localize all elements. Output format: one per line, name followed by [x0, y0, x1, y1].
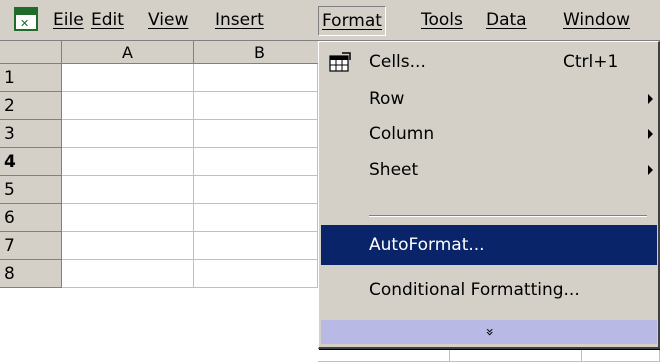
row-header-4[interactable]: 4: [0, 148, 62, 176]
menu-item-shortcut: Ctrl+1: [563, 52, 619, 72]
menu-item-column[interactable]: Column: [321, 117, 657, 151]
row-header-1[interactable]: 1: [0, 64, 62, 92]
row-header-5[interactable]: 5: [0, 176, 62, 204]
cells-format-icon: [329, 52, 351, 72]
menu-item-autoformat[interactable]: AutoFormat...: [321, 225, 657, 265]
menu-file[interactable]: Eile: [50, 8, 87, 32]
menu-separator: [369, 215, 647, 217]
submenu-arrow-icon: [648, 129, 653, 139]
menu-item-label: Sheet: [369, 160, 419, 180]
menu-data[interactable]: Data: [483, 8, 530, 32]
column-header-a[interactable]: A: [62, 41, 194, 64]
column-header-b[interactable]: B: [194, 41, 326, 64]
cell-a8[interactable]: [62, 260, 194, 288]
menu-window[interactable]: Window: [560, 8, 633, 32]
menu-tools[interactable]: Tools: [418, 8, 466, 32]
menu-view[interactable]: View: [145, 8, 191, 32]
cell-b1[interactable]: [194, 64, 318, 92]
cell-b6[interactable]: [194, 204, 318, 232]
menu-bar: ✕ Eile Edit View Insert Format Tools Dat…: [0, 0, 660, 41]
cell-a1[interactable]: [62, 64, 194, 92]
cell-a5[interactable]: [62, 176, 194, 204]
cell-b2[interactable]: [194, 92, 318, 120]
menu-item-label: Column: [369, 124, 435, 144]
cell-b5[interactable]: [194, 176, 318, 204]
cell-a3[interactable]: [62, 120, 194, 148]
row-header-7[interactable]: 7: [0, 232, 62, 260]
cell-a6[interactable]: [62, 204, 194, 232]
cell-a7[interactable]: [62, 232, 194, 260]
select-all-corner[interactable]: [0, 41, 62, 64]
menu-format[interactable]: Format: [318, 6, 386, 36]
submenu-arrow-icon: [648, 165, 653, 175]
cell-b3[interactable]: [194, 120, 318, 148]
cell-e9[interactable]: [582, 349, 660, 362]
menu-item-label: Row: [369, 89, 405, 109]
menu-item-row[interactable]: Row: [321, 82, 657, 116]
format-menu-dropdown: Cells... Ctrl+1 Row Column Sheet AutoFor…: [318, 41, 660, 349]
menu-item-label: Cells...: [369, 52, 426, 72]
row-header-8[interactable]: 8: [0, 260, 62, 288]
menu-item-label: AutoFormat...: [369, 235, 485, 255]
cell-c9[interactable]: [318, 349, 450, 362]
row-header-3[interactable]: 3: [0, 120, 62, 148]
row-header-2[interactable]: 2: [0, 92, 62, 120]
cell-b4[interactable]: [194, 148, 318, 176]
cell-b8[interactable]: [194, 260, 318, 288]
menu-item-conditional-formatting[interactable]: Conditional Formatting...: [321, 270, 657, 310]
cell-a4[interactable]: [62, 148, 194, 176]
menu-edit[interactable]: Edit: [88, 8, 127, 32]
cell-a2[interactable]: [62, 92, 194, 120]
cell-d9[interactable]: [450, 349, 582, 362]
menu-expand-button[interactable]: »: [321, 320, 657, 344]
expand-chevrons-icon: »: [480, 327, 497, 337]
menu-item-sheet[interactable]: Sheet: [321, 153, 657, 187]
menu-item-cells[interactable]: Cells... Ctrl+1: [321, 45, 657, 79]
excel-sheet-icon[interactable]: ✕: [14, 7, 38, 31]
menu-insert[interactable]: Insert: [212, 8, 267, 32]
row-header-6[interactable]: 6: [0, 204, 62, 232]
cell-b7[interactable]: [194, 232, 318, 260]
menu-item-label: Conditional Formatting...: [369, 280, 580, 300]
submenu-arrow-icon: [648, 94, 653, 104]
